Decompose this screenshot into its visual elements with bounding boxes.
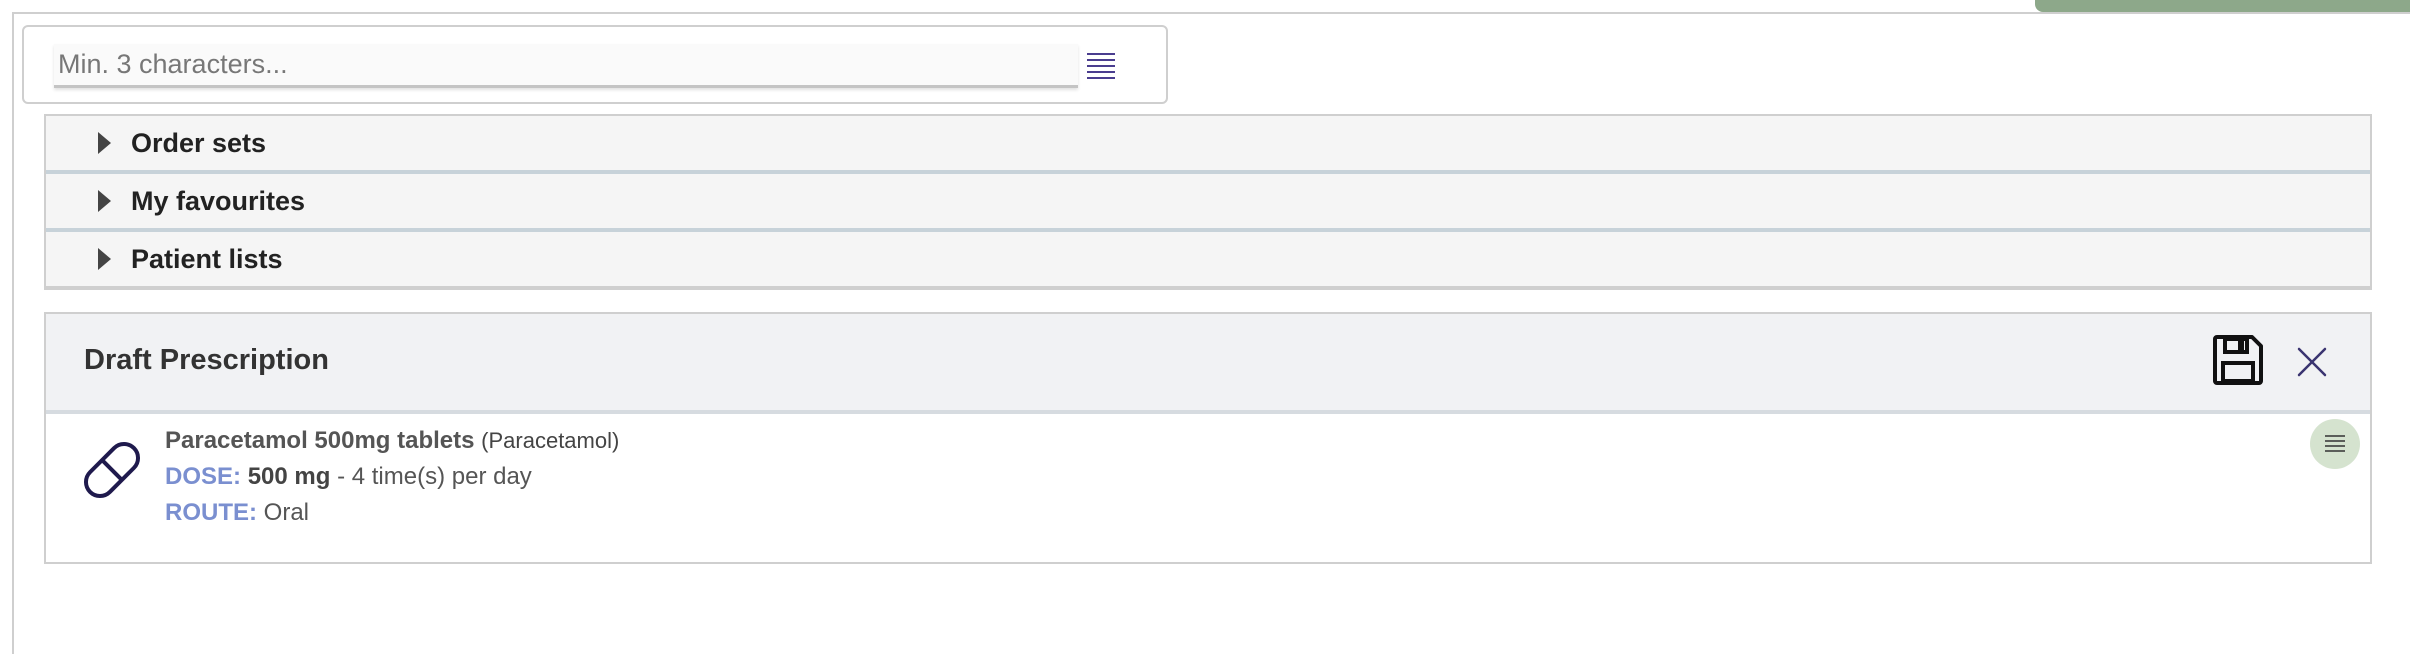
accordion-item-patient-lists[interactable]: Patient lists (46, 232, 2370, 288)
dose-value: 500 mg (247, 463, 331, 490)
dose-line: DOSE: 500 mg - 4 time(s) per day (165, 463, 532, 491)
accordion-label: Patient lists (131, 243, 283, 274)
route-line: ROUTE: Oral (165, 499, 309, 527)
dose-frequency: - 4 time(s) per day (337, 463, 532, 490)
draft-prescription-header: Draft Prescription (46, 314, 2370, 414)
floppy-disk-icon[interactable] (2212, 334, 2264, 386)
dose-label: DOSE: (165, 463, 242, 490)
pill-icon (76, 434, 148, 506)
prescription-item: Paracetamol 500mg tablets (Paracetamol) … (46, 414, 2370, 564)
prescription-item-menu-button[interactable] (2310, 419, 2360, 469)
route-value: Oral (263, 499, 310, 526)
list-icon[interactable] (1084, 49, 1118, 83)
caret-right-icon (98, 132, 111, 154)
top-accent-bar (2035, 0, 2410, 12)
accordion-item-order-sets[interactable]: Order sets (46, 116, 2370, 174)
route-label: ROUTE: (165, 499, 257, 526)
draft-prescription-panel: Draft Prescription Paracetamol 500mg tab… (44, 312, 2372, 564)
search-input[interactable] (54, 44, 1078, 88)
accordion-label: Order sets (131, 127, 267, 158)
close-icon[interactable] (2294, 344, 2330, 380)
search-box (22, 25, 1168, 104)
caret-right-icon (98, 190, 111, 212)
accordion-item-my-favourites[interactable]: My favourites (46, 174, 2370, 232)
caret-right-icon (98, 248, 111, 270)
draft-prescription-title: Draft Prescription (84, 344, 329, 376)
medication-name: Paracetamol 500mg tablets (165, 427, 475, 454)
medication-name-line: Paracetamol 500mg tablets (Paracetamol) (165, 427, 619, 455)
medication-generic: (Paracetamol) (481, 428, 620, 453)
accordion-label: My favourites (131, 185, 306, 216)
accordion: Order sets My favourites Patient lists (44, 114, 2372, 290)
list-icon (2325, 435, 2345, 452)
